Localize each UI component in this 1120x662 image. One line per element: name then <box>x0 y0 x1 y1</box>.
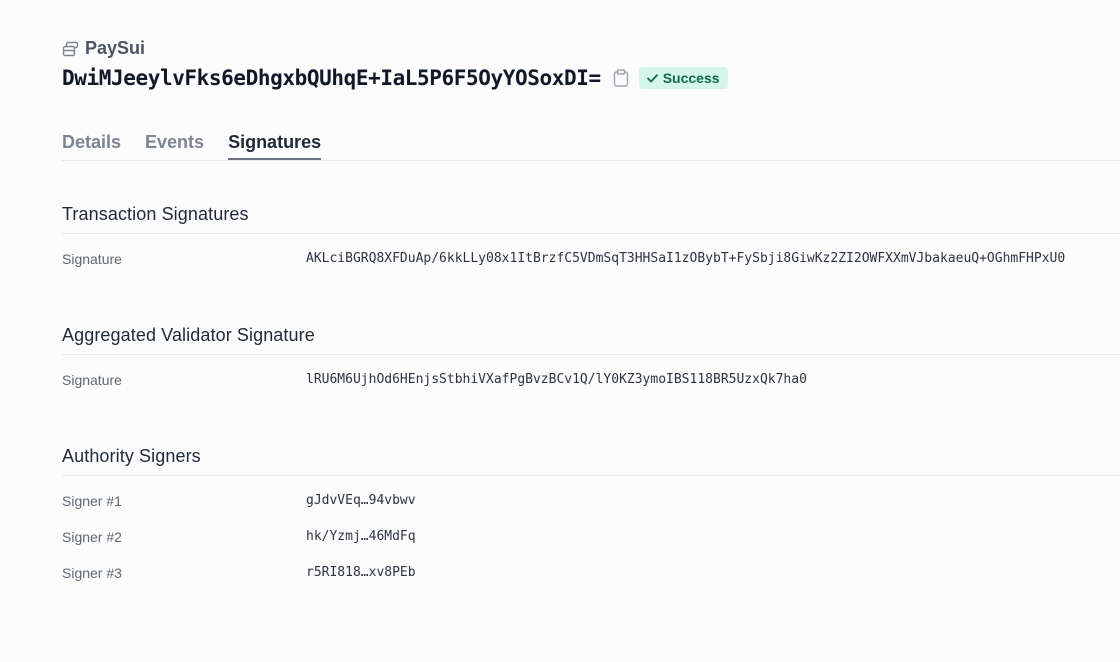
signer-address-link[interactable]: gJdvVEq…94vbwv <box>306 493 416 508</box>
transaction-signature-row: Signature AKLciBGRQ8XFDuAp/6kkLLy08x1ItB… <box>62 251 1120 271</box>
tab-bar: Details Events Signatures <box>62 128 1120 161</box>
status-badge: Success <box>638 67 728 89</box>
transaction-page: PaySui DwiMJeeylvFks6eDhgxbQUhqE+IaL5P6F… <box>0 0 1120 662</box>
aggregated-validator-signature-heading: Aggregated Validator Signature <box>62 325 1120 355</box>
tab-details[interactable]: Details <box>62 128 121 160</box>
authority-signers-heading: Authority Signers <box>62 446 1120 476</box>
coins-icon <box>62 41 79 57</box>
signer-row: Signer #2 hk/Yzmj…46MdFq <box>62 529 1120 549</box>
signer-row: Signer #3 r5RI818…xv8PEb <box>62 565 1120 585</box>
tab-signatures[interactable]: Signatures <box>228 128 322 160</box>
signer-row: Signer #1 gJdvVEq…94vbwv <box>62 493 1120 513</box>
signer-address-link[interactable]: hk/Yzmj…46MdFq <box>306 529 416 544</box>
transaction-signature-value: AKLciBGRQ8XFDuAp/6kkLLy08x1ItBrzfC5VDmSq… <box>306 251 1066 266</box>
transaction-signature-label: Signature <box>62 251 122 267</box>
signer-label: Signer #2 <box>62 529 122 545</box>
signer-label: Signer #1 <box>62 493 122 509</box>
transaction-type: PaySui <box>62 38 145 59</box>
aggregated-signature-value: lRU6M6UjhOd6HEnjsStbhiVXafPgBvzBCv1Q/lY0… <box>306 372 807 387</box>
clipboard-icon[interactable] <box>613 69 629 87</box>
signer-address-link[interactable]: r5RI818…xv8PEb <box>306 565 416 580</box>
transaction-id-row: DwiMJeeylvFks6eDhgxbQUhqE+IaL5P6F5OyYOSo… <box>62 66 728 90</box>
transaction-type-label: PaySui <box>85 38 146 58</box>
transaction-id: DwiMJeeylvFks6eDhgxbQUhqE+IaL5P6F5OyYOSo… <box>62 66 601 90</box>
aggregated-signature-row: Signature lRU6M6UjhOd6HEnjsStbhiVXafPgBv… <box>62 372 1120 392</box>
tab-events[interactable]: Events <box>145 128 204 160</box>
transaction-signatures-heading: Transaction Signatures <box>62 204 1120 234</box>
aggregated-signature-label: Signature <box>62 372 122 388</box>
signer-label: Signer #3 <box>62 565 122 581</box>
status-label: Success <box>662 70 720 86</box>
checkmark-icon <box>646 70 658 86</box>
